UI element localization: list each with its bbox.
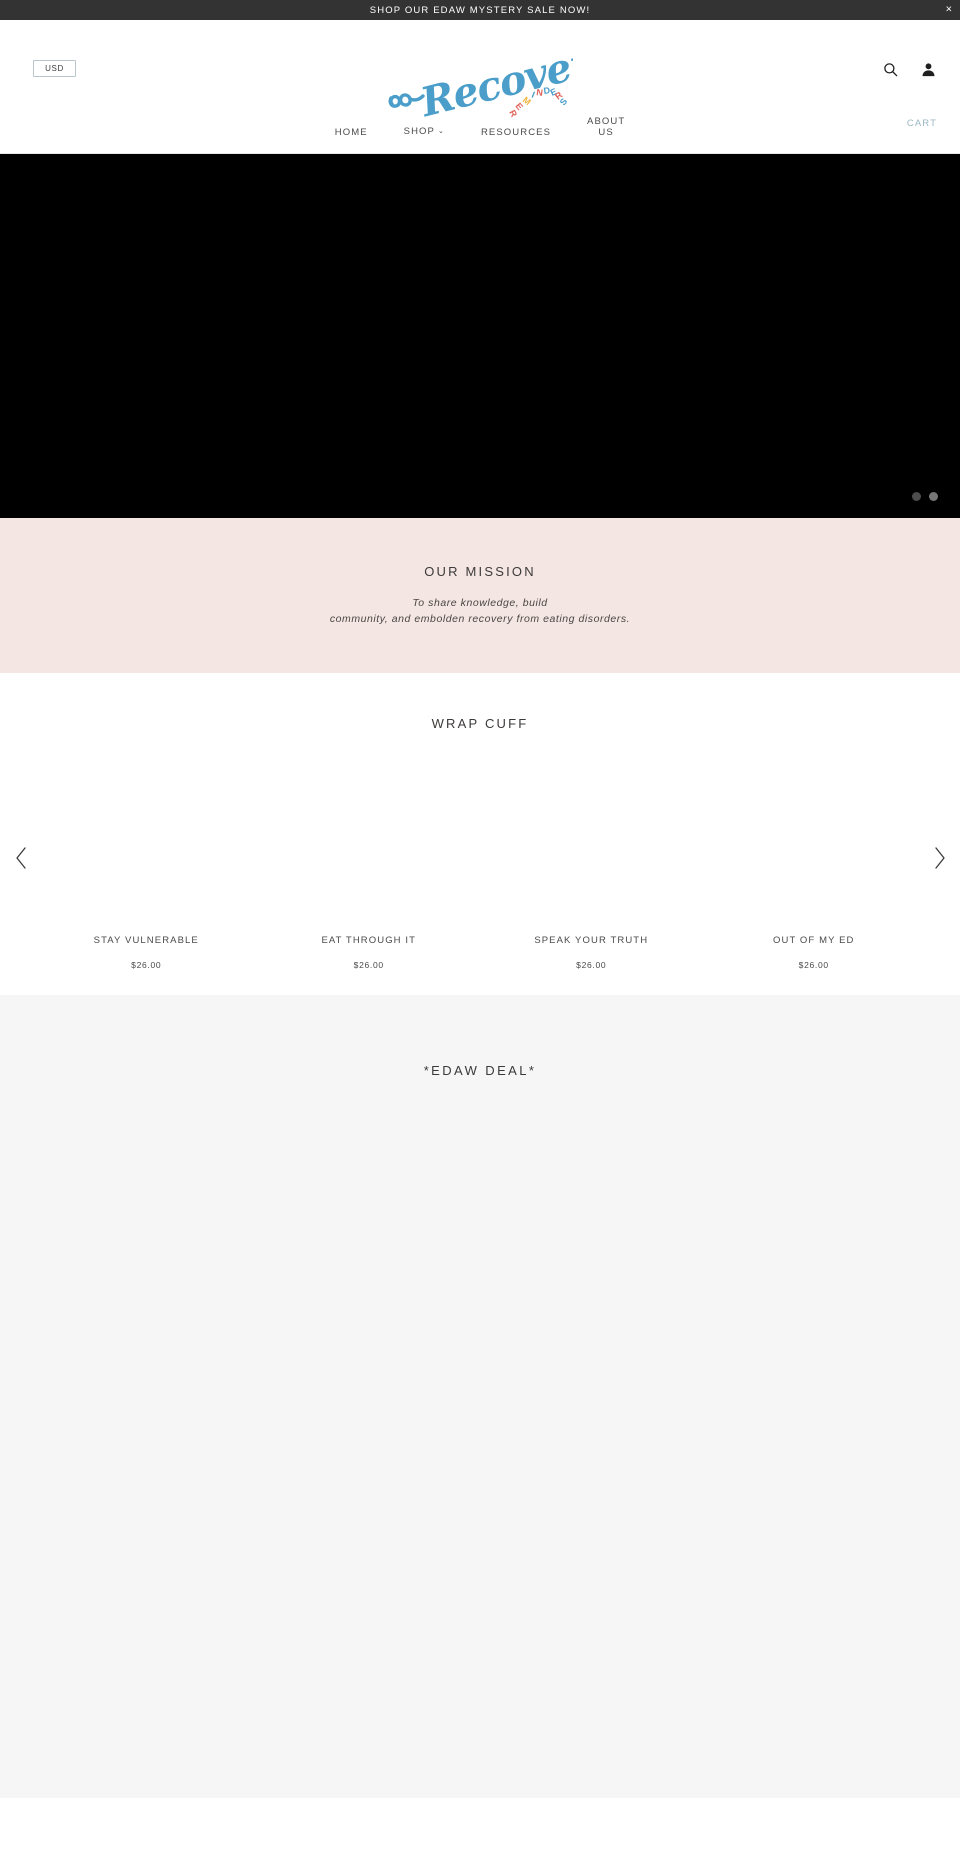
nav-item-home[interactable]: HOME xyxy=(317,127,386,138)
product-title: SPEAK YOUR TRUTH xyxy=(534,935,649,946)
chevron-down-icon: ⌄ xyxy=(437,128,445,135)
product-card[interactable]: SPEAK YOUR TRUTH $26.00 xyxy=(480,753,703,970)
header-icon-group xyxy=(881,60,937,78)
nav-item-home-label: HOME xyxy=(334,127,368,138)
cart-link[interactable]: CART xyxy=(907,118,937,129)
hero-slide-dots xyxy=(912,492,938,501)
carousel-next-arrow-icon[interactable] xyxy=(926,845,952,871)
nav-item-shop-label: SHOP xyxy=(403,126,435,137)
search-icon[interactable] xyxy=(881,60,899,78)
product-image[interactable] xyxy=(480,753,703,915)
product-title: STAY VULNERABLE xyxy=(93,935,199,946)
product-image[interactable] xyxy=(257,753,480,915)
nav-item-about-us-label-line2: US xyxy=(598,127,614,138)
currency-selected-value: USD xyxy=(45,64,64,73)
product-card[interactable]: EAT THROUGH IT $26.00 xyxy=(257,753,480,970)
product-price: $26.00 xyxy=(353,960,384,970)
product-price: $26.00 xyxy=(576,960,607,970)
nav-item-about-us[interactable]: ABOUT US xyxy=(569,116,643,138)
nav-list: HOME SHOP ⌄ RESOURCES ABOUT US xyxy=(317,116,644,138)
mission-section: OUR MISSION To share knowledge, build co… xyxy=(0,518,960,673)
hero-dot-1[interactable] xyxy=(912,492,921,501)
announcement-text[interactable]: SHOP OUR EDAW MYSTERY SALE NOW! xyxy=(370,5,591,16)
mission-title: OUR MISSION xyxy=(424,564,536,579)
nav-item-about-us-label-line1: ABOUT xyxy=(587,116,626,127)
product-image[interactable] xyxy=(35,753,258,915)
carousel-prev-arrow-icon[interactable] xyxy=(8,845,34,871)
wrap-cuff-title: WRAP CUFF xyxy=(431,716,529,731)
logo-icon: Recovery R E M I N D E R S xyxy=(388,54,573,120)
nav-item-resources[interactable]: RESOURCES xyxy=(463,127,569,138)
mission-text-line2: community, and embolden recovery from ea… xyxy=(329,613,631,625)
hero-slideshow[interactable] xyxy=(0,154,960,518)
hero-dot-2[interactable] xyxy=(929,492,938,501)
product-image[interactable] xyxy=(702,753,925,915)
edaw-deal-title: *EDAW DEAL* xyxy=(423,1063,537,1078)
wrap-cuff-section: WRAP CUFF STAY VULNERABLE $26.00 EAT THR… xyxy=(0,673,960,995)
announcement-bar: SHOP OUR EDAW MYSTERY SALE NOW! × xyxy=(0,0,960,20)
product-grid: STAY VULNERABLE $26.00 EAT THROUGH IT $2… xyxy=(35,753,925,970)
product-card[interactable]: STAY VULNERABLE $26.00 xyxy=(35,753,258,970)
nav-item-shop[interactable]: SHOP ⌄ xyxy=(386,126,463,138)
product-price: $26.00 xyxy=(131,960,162,970)
user-icon[interactable] xyxy=(919,60,937,78)
product-card[interactable]: OUT OF MY ED $26.00 xyxy=(702,753,925,970)
nav-item-resources-label: RESOURCES xyxy=(480,127,552,138)
close-icon[interactable]: × xyxy=(946,4,952,16)
product-title: EAT THROUGH IT xyxy=(321,935,417,946)
svg-text:S: S xyxy=(558,96,570,107)
product-price: $26.00 xyxy=(798,960,829,970)
mission-text-line1: To share knowledge, build xyxy=(412,597,548,609)
product-title: OUT OF MY ED xyxy=(773,935,855,946)
site-logo[interactable]: Recovery R E M I N D E R S xyxy=(380,54,580,122)
currency-selector[interactable]: USD xyxy=(33,60,76,77)
edaw-deal-section: *EDAW DEAL* xyxy=(0,995,960,1798)
